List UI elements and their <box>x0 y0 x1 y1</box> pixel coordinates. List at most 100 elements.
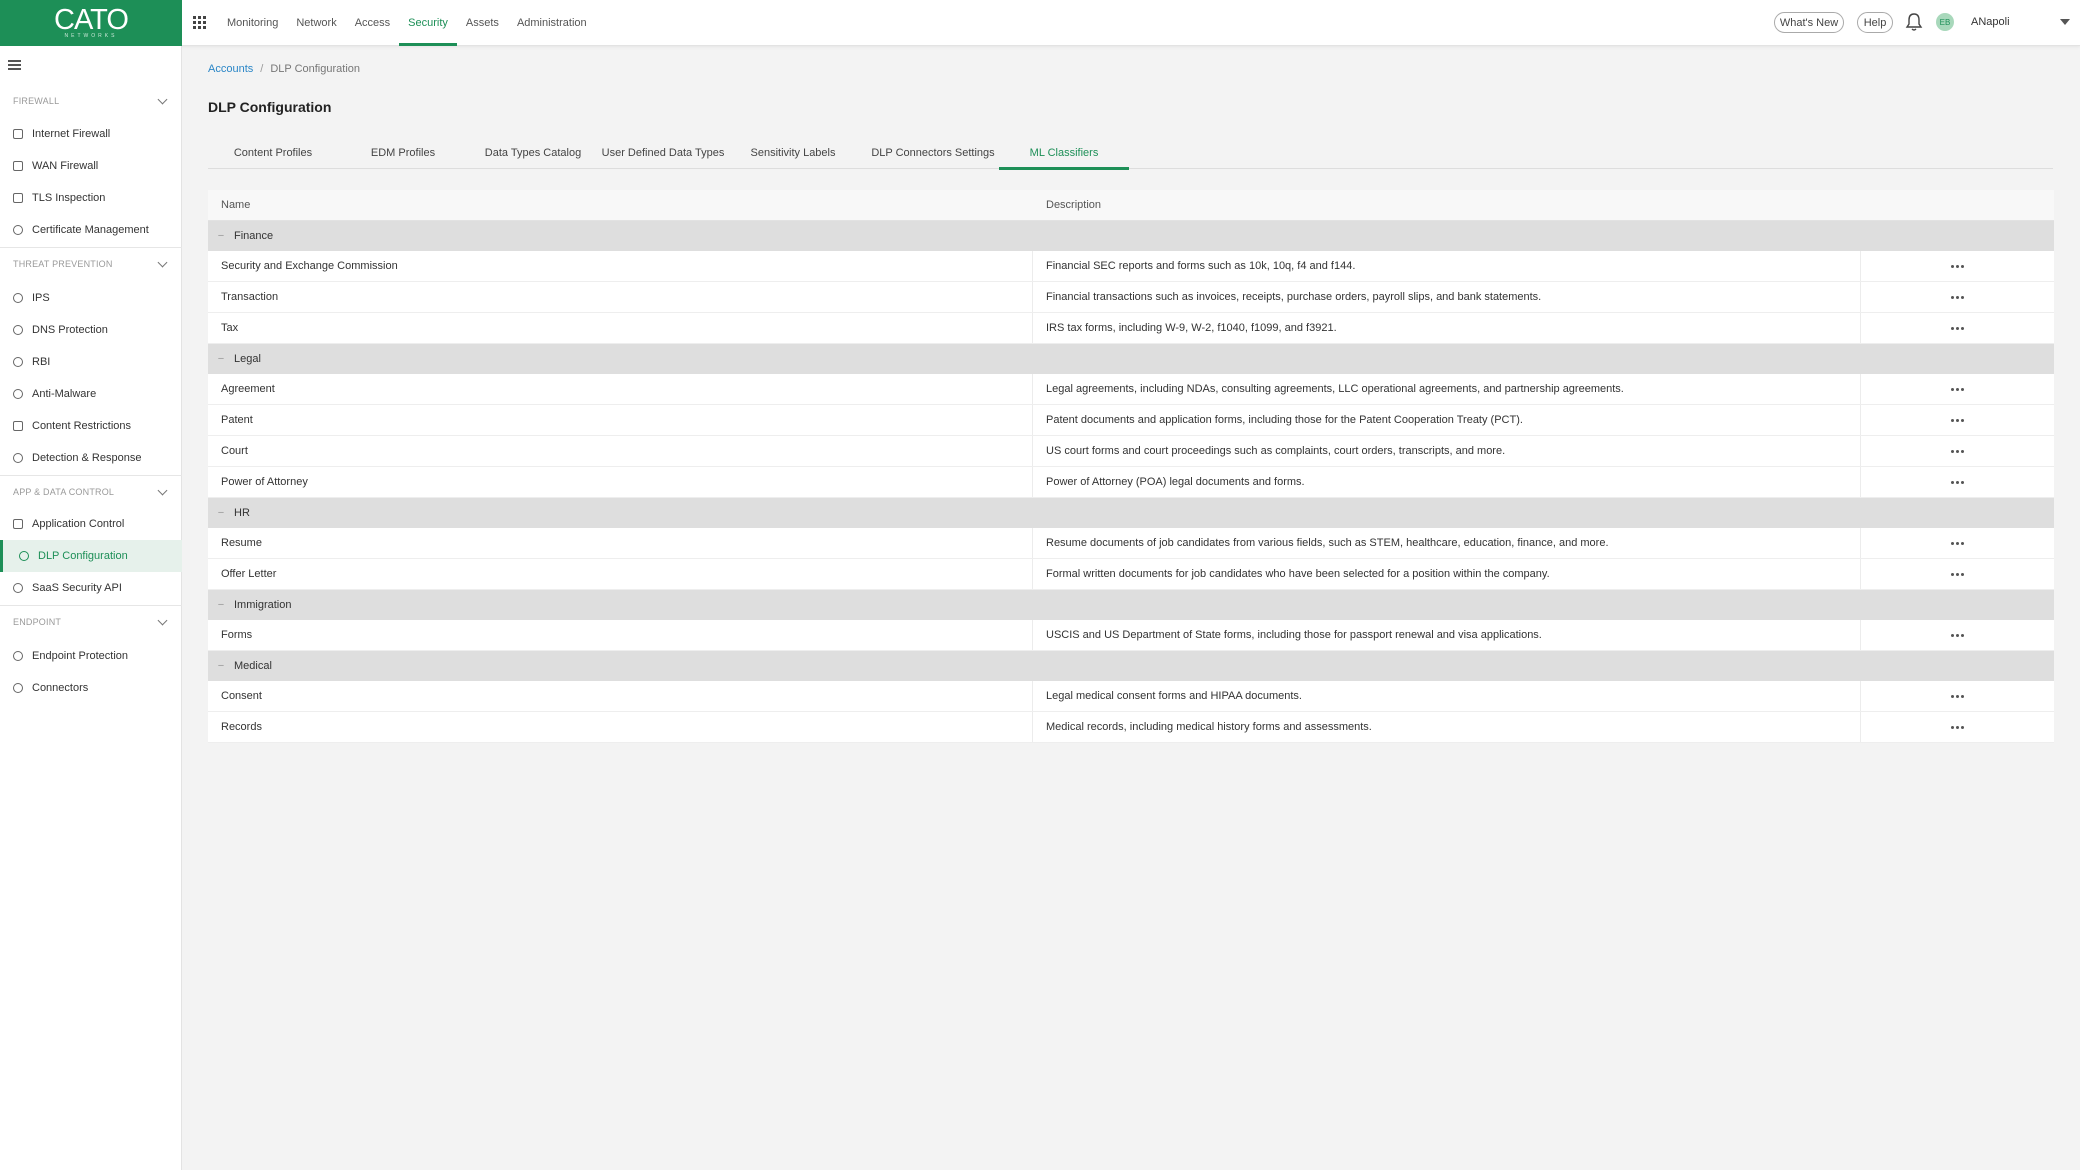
more-actions-icon[interactable] <box>1951 387 1964 391</box>
table-row[interactable]: Tax IRS tax forms, including W-9, W-2, f… <box>208 313 2054 344</box>
collapse-icon[interactable]: − <box>208 353 234 365</box>
more-actions-icon[interactable] <box>1951 480 1964 484</box>
more-actions-icon[interactable] <box>1951 326 1964 330</box>
sidebar-section-threat-prevention[interactable]: THREAT PREVENTION <box>0 251 182 277</box>
chevron-down-icon <box>157 485 168 496</box>
help-button[interactable]: Help <box>1857 12 1893 33</box>
sidebar-item-dns-protection[interactable]: DNS Protection <box>0 314 182 346</box>
table-row[interactable]: Consent Legal medical consent forms and … <box>208 681 2054 712</box>
cato-logo[interactable]: CATO NETWORKS <box>0 0 182 46</box>
table-row[interactable]: Power of Attorney Power of Attorney (POA… <box>208 467 2054 498</box>
whats-new-button[interactable]: What's New <box>1774 12 1844 33</box>
more-actions-icon[interactable] <box>1951 633 1964 637</box>
sidebar-item-saas-security-api[interactable]: SaaS Security API <box>0 572 182 604</box>
user-avatar[interactable]: EB <box>1936 13 1954 31</box>
sidebar-item-label: Content Restrictions <box>32 420 132 432</box>
more-actions-icon[interactable] <box>1951 418 1964 422</box>
table-row[interactable]: Transaction Financial transactions such … <box>208 282 2054 313</box>
user-menu-caret-icon[interactable] <box>2060 19 2070 25</box>
sidebar-item-detection-response[interactable]: Detection & Response <box>0 442 182 474</box>
username[interactable]: ANapoli <box>1971 16 2010 28</box>
more-actions-icon[interactable] <box>1951 449 1964 453</box>
cell-description: Power of Attorney (POA) legal documents … <box>1033 467 1861 497</box>
group-row-finance[interactable]: − Finance <box>208 221 2054 251</box>
nav-network[interactable]: Network <box>287 0 345 46</box>
chevron-down-icon <box>157 615 168 626</box>
hamburger-menu-icon[interactable] <box>8 60 21 70</box>
tab-user-defined-data-types[interactable]: User Defined Data Types <box>598 136 728 169</box>
sidebar-item-certificate-management[interactable]: Certificate Management <box>0 214 182 246</box>
cell-description: IRS tax forms, including W-9, W-2, f1040… <box>1033 313 1861 343</box>
more-actions-icon[interactable] <box>1951 725 1964 729</box>
more-actions-icon[interactable] <box>1951 694 1964 698</box>
ips-icon <box>13 293 23 303</box>
cell-name: Patent <box>208 405 1033 435</box>
tab-ml-classifiers[interactable]: ML Classifiers <box>999 136 1129 170</box>
nav-access[interactable]: Access <box>346 0 399 46</box>
tab-bar: Content Profiles EDM Profiles Data Types… <box>208 136 2053 170</box>
bell-icon[interactable] <box>1905 12 1923 32</box>
sidebar-item-connectors[interactable]: Connectors <box>0 672 182 704</box>
tab-data-types-catalog[interactable]: Data Types Catalog <box>468 136 598 169</box>
sidebar-item-label: Anti-Malware <box>32 388 97 400</box>
sidebar-item-content-restrictions[interactable]: Content Restrictions <box>0 410 182 442</box>
table-row[interactable]: Patent Patent documents and application … <box>208 405 2054 436</box>
sidebar-item-ips[interactable]: IPS <box>0 282 182 314</box>
group-row-hr[interactable]: − HR <box>208 498 2054 528</box>
sidebar-item-anti-malware[interactable]: Anti-Malware <box>0 378 182 410</box>
firewall-icon <box>13 129 23 139</box>
sidebar-item-application-control[interactable]: Application Control <box>0 508 182 540</box>
cell-name: Power of Attorney <box>208 467 1033 497</box>
table-row[interactable]: Records Medical records, including medic… <box>208 712 2054 743</box>
collapse-icon[interactable]: − <box>208 599 234 611</box>
top-nav: Monitoring Network Access Security Asset… <box>218 0 596 46</box>
sidebar-item-label: Application Control <box>32 518 125 530</box>
bug-icon <box>13 389 23 399</box>
nav-monitoring[interactable]: Monitoring <box>218 0 287 46</box>
tab-content-profiles[interactable]: Content Profiles <box>208 136 338 169</box>
sidebar-item-endpoint-protection[interactable]: Endpoint Protection <box>0 640 182 672</box>
more-actions-icon[interactable] <box>1951 264 1964 268</box>
sidebar-item-label: Certificate Management <box>32 224 149 236</box>
breadcrumb-accounts-link[interactable]: Accounts <box>208 63 253 75</box>
breadcrumb: Accounts / DLP Configuration <box>208 63 360 75</box>
cell-description: USCIS and US Department of State forms, … <box>1033 620 1861 650</box>
table-row[interactable]: Agreement Legal agreements, including ND… <box>208 374 2054 405</box>
nav-assets[interactable]: Assets <box>457 0 508 46</box>
table-row[interactable]: Court US court forms and court proceedin… <box>208 436 2054 467</box>
sidebar-item-wan-firewall[interactable]: WAN Firewall <box>0 150 182 182</box>
more-actions-icon[interactable] <box>1951 541 1964 545</box>
sidebar-item-dlp-configuration[interactable]: DLP Configuration <box>0 540 182 572</box>
column-header-name[interactable]: Name <box>208 199 1033 211</box>
sidebar-section-app-data-control[interactable]: APP & DATA CONTROL <box>0 479 182 505</box>
sidebar-section-firewall[interactable]: FIREWALL <box>0 88 182 114</box>
collapse-icon[interactable]: − <box>208 660 234 672</box>
sidebar-item-tls-inspection[interactable]: TLS Inspection <box>0 182 182 214</box>
table-row[interactable]: Forms USCIS and US Department of State f… <box>208 620 2054 651</box>
group-row-immigration[interactable]: − Immigration <box>208 590 2054 620</box>
group-row-legal[interactable]: − Legal <box>208 344 2054 374</box>
table-row[interactable]: Resume Resume documents of job candidate… <box>208 528 2054 559</box>
app-grid-icon[interactable] <box>193 16 206 29</box>
nav-administration[interactable]: Administration <box>508 0 596 46</box>
sidebar-item-label: RBI <box>32 356 51 368</box>
more-actions-icon[interactable] <box>1951 295 1964 299</box>
table-row[interactable]: Offer Letter Formal written documents fo… <box>208 559 2054 590</box>
tab-dlp-connectors-settings[interactable]: DLP Connectors Settings <box>858 136 1008 169</box>
nav-security[interactable]: Security <box>399 0 457 46</box>
tab-edm-profiles[interactable]: EDM Profiles <box>338 136 468 169</box>
more-actions-icon[interactable] <box>1951 572 1964 576</box>
sidebar-item-label: Detection & Response <box>32 452 142 464</box>
sidebar-item-internet-firewall[interactable]: Internet Firewall <box>0 118 182 150</box>
group-label: Legal <box>234 353 261 365</box>
collapse-icon[interactable]: − <box>208 507 234 519</box>
sidebar-item-rbi[interactable]: RBI <box>0 346 182 378</box>
collapse-icon[interactable]: − <box>208 230 234 242</box>
group-row-medical[interactable]: − Medical <box>208 651 2054 681</box>
chevron-down-icon <box>157 257 168 268</box>
logo-subtext: NETWORKS <box>64 33 118 39</box>
column-header-description[interactable]: Description <box>1033 199 1101 211</box>
table-row[interactable]: Security and Exchange Commission Financi… <box>208 251 2054 282</box>
tab-sensitivity-labels[interactable]: Sensitivity Labels <box>728 136 858 169</box>
sidebar-section-endpoint[interactable]: ENDPOINT <box>0 609 182 635</box>
